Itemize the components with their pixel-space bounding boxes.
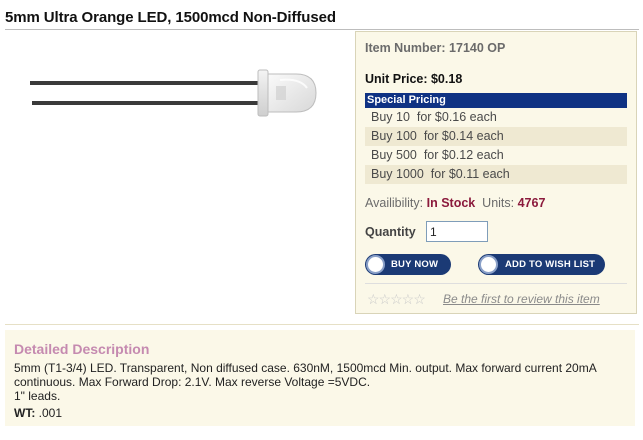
quantity-input[interactable] <box>426 221 488 242</box>
buy-now-label: BUY NOW <box>391 259 439 270</box>
pricing-tier-row: Buy 100 for $0.14 each <box>365 127 627 146</box>
pricing-tier-row: Buy 10 for $0.16 each <box>371 110 497 124</box>
units-label: Units: <box>475 196 518 210</box>
title-bar: 5mm Ultra Orange LED, 1500mcd Non-Diffus… <box>0 0 643 30</box>
special-pricing-header: Special Pricing <box>365 93 627 108</box>
stock-status: In Stock <box>426 196 476 210</box>
pricing-tier-row: Buy 1000 for $0.11 each <box>365 165 627 184</box>
description-body: 5mm (T1-3/4) LED. Transparent, Non diffu… <box>14 361 614 403</box>
buy-now-button[interactable]: BUY NOW <box>365 254 451 275</box>
purchase-panel: Item Number: 17140 OP Unit Price: $0.18 … <box>355 31 637 314</box>
wish-list-label: ADD TO WISH LIST <box>505 259 596 270</box>
weight-value: .001 <box>35 406 63 420</box>
add-to-wish-list-button[interactable]: ADD TO WISH LIST <box>478 254 605 275</box>
pricing-tier-row: Buy 500 for $0.12 each <box>371 148 504 162</box>
panel-divider <box>365 283 627 284</box>
availability-line: Availibility: In Stock Units: 4767 <box>365 196 545 210</box>
star-outline-icon: ☆☆☆☆☆ <box>367 291 426 307</box>
product-title: 5mm Ultra Orange LED, 1500mcd Non-Diffus… <box>5 9 336 26</box>
description-title: Detailed Description <box>14 341 150 357</box>
radio-circle-icon <box>366 255 385 274</box>
item-number: Item Number: 17140 OP <box>365 41 506 55</box>
led-product-image <box>30 69 317 117</box>
unit-price: Unit Price: $0.18 <box>365 72 463 86</box>
led-lead-top <box>30 81 262 85</box>
availability-label: Availibility: <box>365 196 427 210</box>
weight-label: WT: <box>14 406 36 420</box>
title-divider <box>5 29 639 30</box>
special-pricing-table: Special Pricing Buy 10 for $0.16 each Bu… <box>365 93 627 184</box>
units-count: 4767 <box>517 196 546 210</box>
section-divider <box>5 324 639 325</box>
quantity-label: Quantity <box>365 225 416 239</box>
description-leads: 1" leads. <box>14 389 61 403</box>
led-rim <box>257 69 269 117</box>
detailed-description-panel: Detailed Description 5mm (T1-3/4) LED. T… <box>5 330 635 426</box>
radio-circle-icon <box>479 255 498 274</box>
weight-line: WT: .001 <box>14 406 62 420</box>
led-die <box>276 86 286 100</box>
description-text: 5mm (T1-3/4) LED. Transparent, Non diffu… <box>14 361 597 389</box>
write-review-link[interactable]: Be the first to review this item <box>443 292 600 306</box>
led-lead-bottom <box>32 101 262 105</box>
